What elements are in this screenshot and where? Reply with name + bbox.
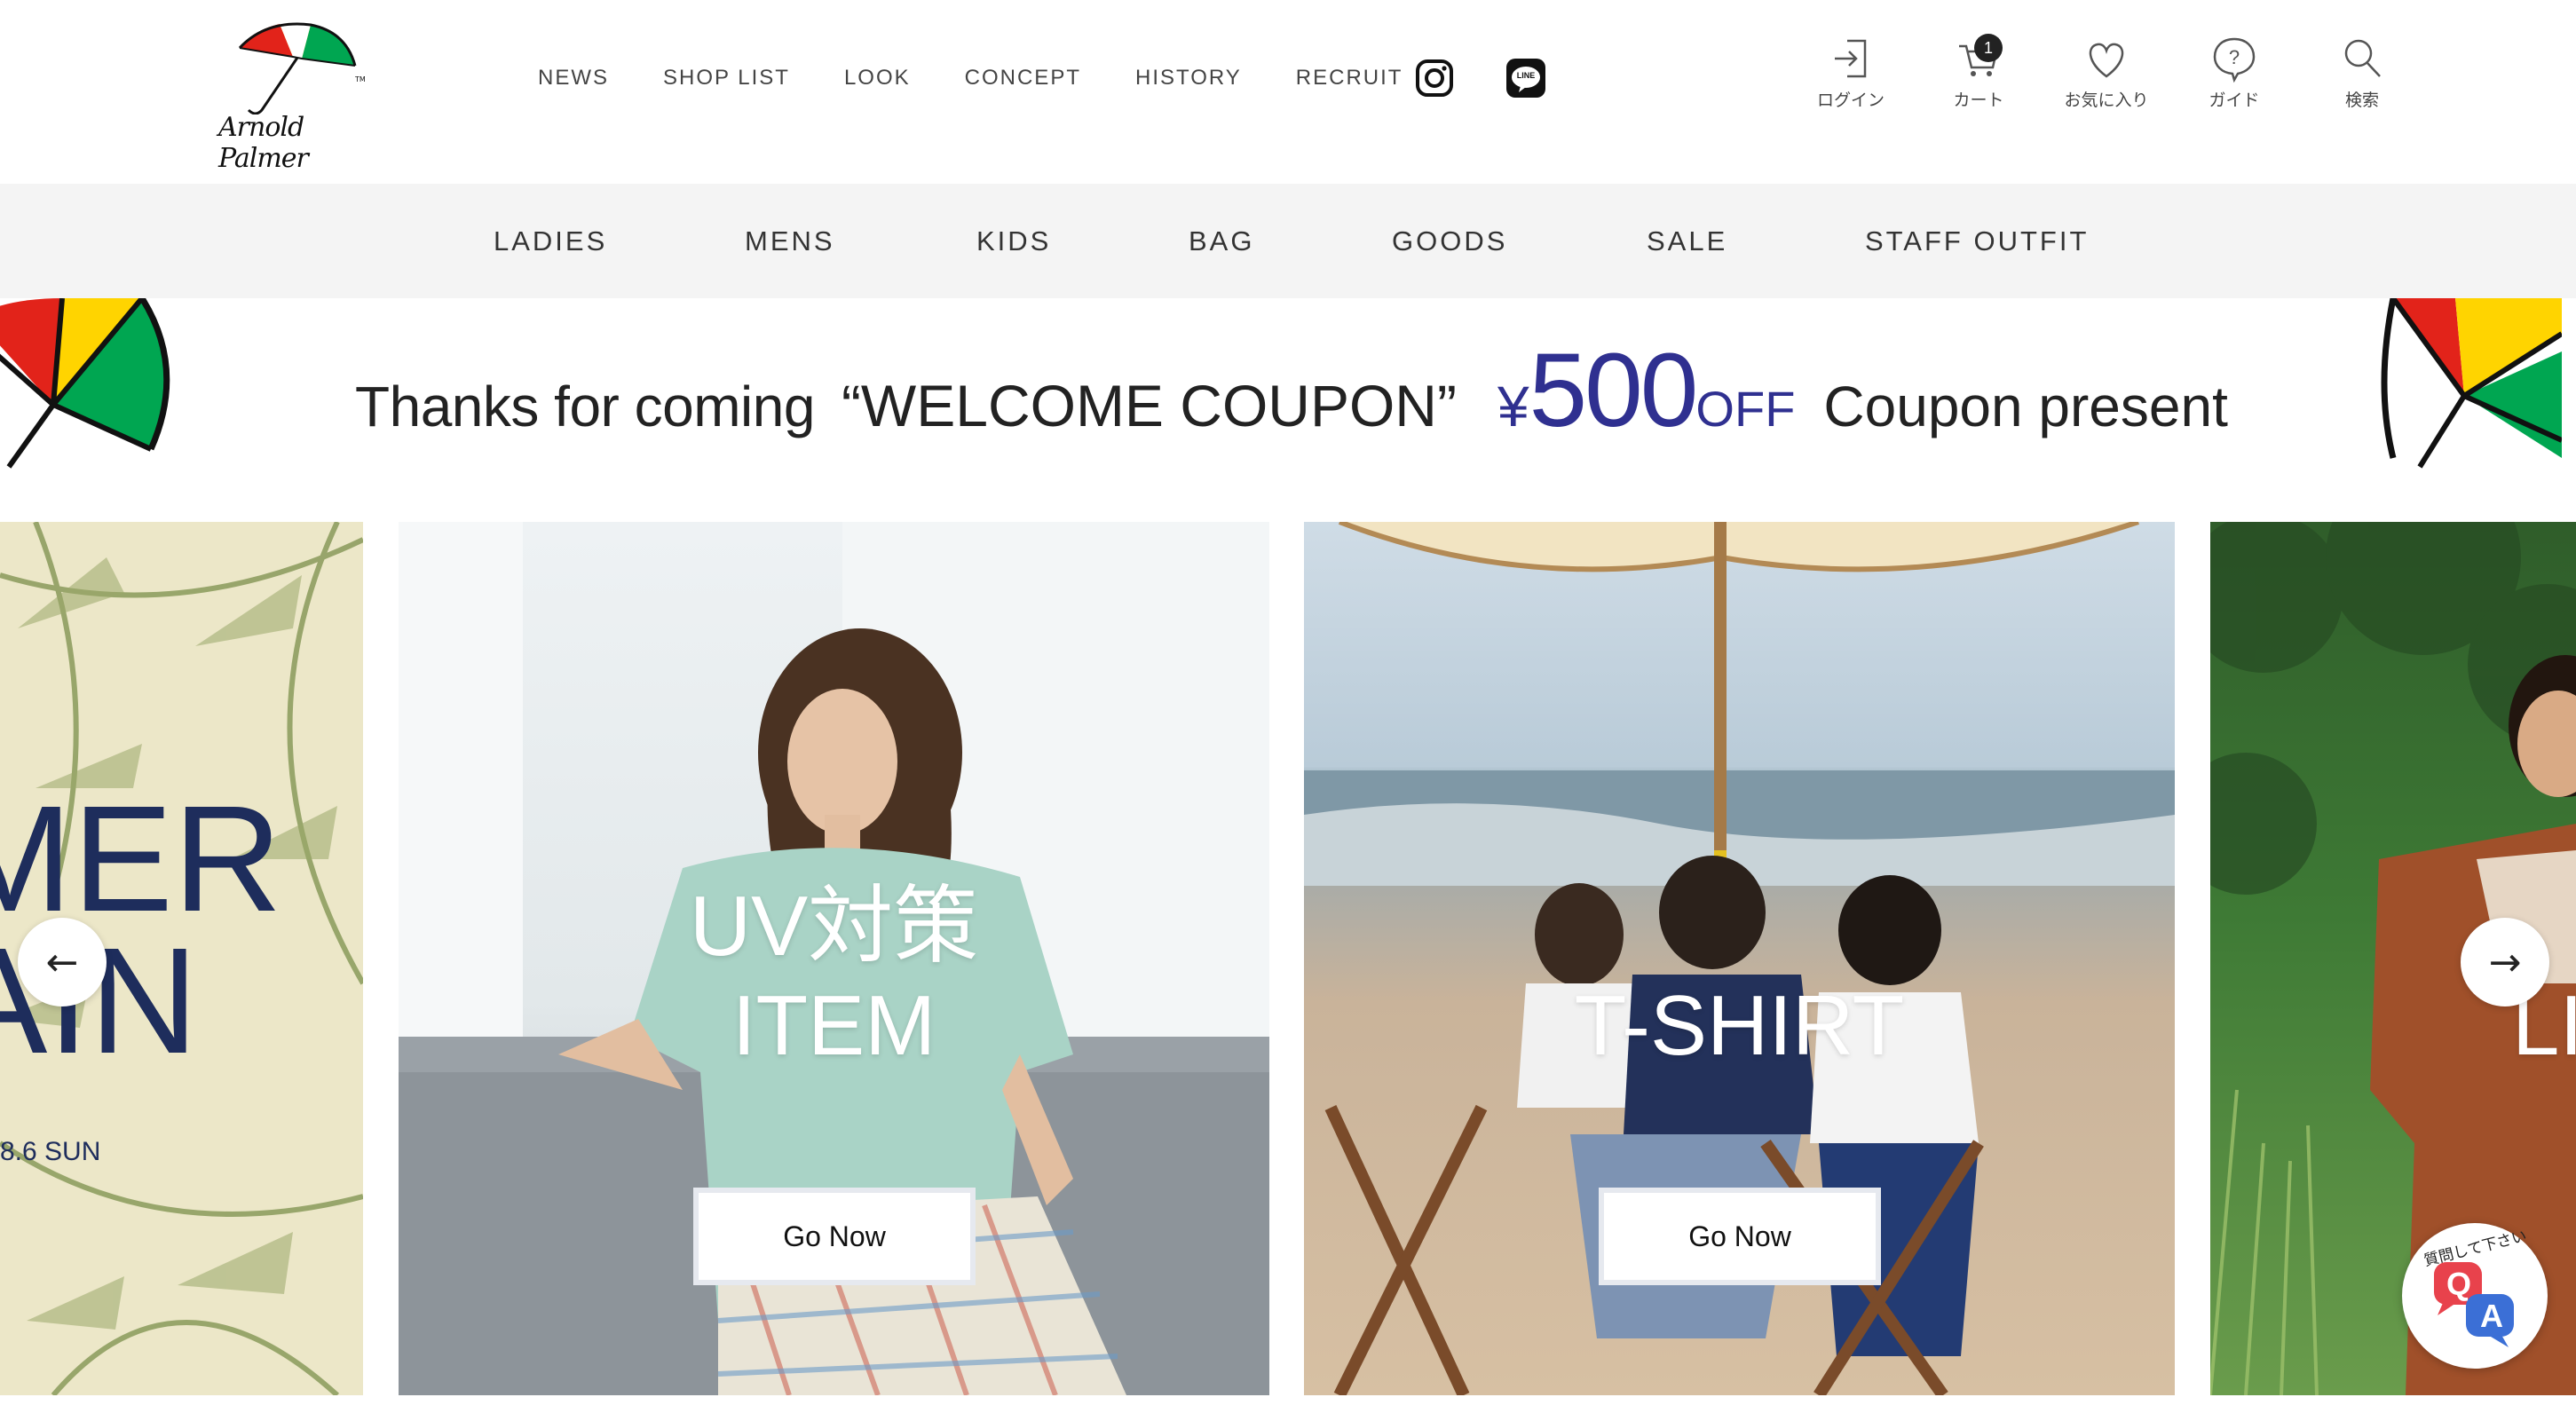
- line-icon[interactable]: LINE: [1505, 57, 1547, 99]
- svg-text:?: ?: [2229, 46, 2240, 68]
- category-sale[interactable]: SALE: [1647, 184, 1727, 298]
- coupon-lead: Thanks for coming: [355, 375, 815, 438]
- line-icon-label: LINE: [1516, 71, 1536, 80]
- go-now-button[interactable]: Go Now: [1599, 1188, 1881, 1285]
- category-bag[interactable]: BAG: [1189, 184, 1254, 298]
- help-icon: ?: [2213, 37, 2256, 83]
- feature-slider: MER AIN 8.6 SUN: [0, 522, 2576, 1395]
- login-label: ログイン: [1816, 91, 1885, 110]
- site-header: TM Arnold Palmer NEWS SHOP LIST LOOK CON…: [0, 0, 2576, 184]
- qa-bubbles-icon: [2434, 1262, 2514, 1347]
- umbrella-decoration-icon: [2381, 298, 2562, 469]
- summer-title-line1: MER: [0, 775, 282, 943]
- category-kids[interactable]: KIDS: [976, 184, 1051, 298]
- cart-label: カート: [1953, 91, 2004, 110]
- uv-item-title: UV対策 ITEM: [399, 877, 1269, 1076]
- qa-q-letter: Q: [2446, 1266, 2472, 1302]
- brand-wordmark: Arnold Palmer: [218, 112, 309, 174]
- category-mens[interactable]: MENS: [745, 184, 835, 298]
- slider-next-button[interactable]: →: [2461, 918, 2549, 1006]
- coupon-message: Thanks for coming “WELCOME COUPON” ¥ 500…: [355, 330, 2228, 449]
- guide-link[interactable]: ? ガイド: [2185, 34, 2283, 111]
- search-link[interactable]: 検索: [2313, 34, 2411, 111]
- guide-label: ガイド: [2209, 91, 2260, 110]
- category-navigation: LADIES MENS KIDS BAG GOODS SALE STAFF OU…: [0, 184, 2576, 298]
- nav-concept[interactable]: CONCEPT: [965, 66, 1081, 91]
- category-ladies[interactable]: LADIES: [494, 184, 607, 298]
- login-link[interactable]: ログイン: [1802, 34, 1900, 111]
- qa-chat-widget[interactable]: 質問して下さい Q A: [2402, 1223, 2548, 1369]
- login-icon: [1835, 39, 1867, 78]
- slide-uv-item[interactable]: UV対策 ITEM Go Now: [399, 522, 1269, 1395]
- top-navigation: NEWS SHOP LIST LOOK CONCEPT HISTORY RECR…: [538, 53, 1457, 103]
- search-icon: [2344, 39, 2381, 77]
- slide-t-shirt[interactable]: T-SHIRT Go Now: [1304, 522, 2175, 1395]
- summer-campaign-date: 8.6 SUN: [0, 1137, 101, 1166]
- coupon-tail: Coupon present: [1823, 375, 2228, 438]
- cart-count-badge: 1: [1974, 34, 2003, 62]
- nav-news[interactable]: NEWS: [538, 66, 609, 91]
- umbrella-decoration-icon: [0, 298, 170, 469]
- coupon-name: “WELCOME COUPON”: [841, 373, 1457, 438]
- search-label: 検索: [2344, 91, 2379, 110]
- go-now-button[interactable]: Go Now: [693, 1188, 976, 1285]
- instagram-icon[interactable]: [1413, 57, 1456, 99]
- slider-prev-button[interactable]: ←: [18, 918, 107, 1006]
- nav-look[interactable]: LOOK: [844, 66, 911, 91]
- nav-history[interactable]: HISTORY: [1135, 66, 1242, 91]
- t-shirt-title: T-SHIRT: [1574, 978, 1905, 1073]
- favorites-link[interactable]: お気に入り: [2058, 34, 2155, 111]
- category-staff-outfit[interactable]: STAFF OUTFIT: [1865, 184, 2089, 298]
- coupon-amount: 500: [1529, 332, 1699, 449]
- welcome-coupon-banner[interactable]: Thanks for coming “WELCOME COUPON” ¥ 500…: [0, 298, 2576, 471]
- utility-links: ログイン カート お気に入り ? ガイド 検索: [1802, 34, 2441, 111]
- qa-a-letter: A: [2480, 1298, 2503, 1334]
- heart-icon: [2089, 43, 2124, 78]
- brand-logo[interactable]: TM Arnold Palmer: [213, 12, 373, 174]
- favorites-label: お気に入り: [2064, 91, 2149, 110]
- uv-title-line1: UV対策: [689, 879, 979, 974]
- umbrella-logo-icon: TM: [238, 21, 366, 115]
- svg-text:TM: TM: [354, 75, 366, 83]
- coupon-off: OFF: [1695, 381, 1796, 437]
- nav-shop-list[interactable]: SHOP LIST: [663, 66, 790, 91]
- uv-title-line2: ITEM: [731, 978, 936, 1073]
- nav-recruit[interactable]: RECRUIT: [1296, 66, 1403, 91]
- category-goods[interactable]: GOODS: [1392, 184, 1507, 298]
- coupon-yen: ¥: [1497, 375, 1529, 438]
